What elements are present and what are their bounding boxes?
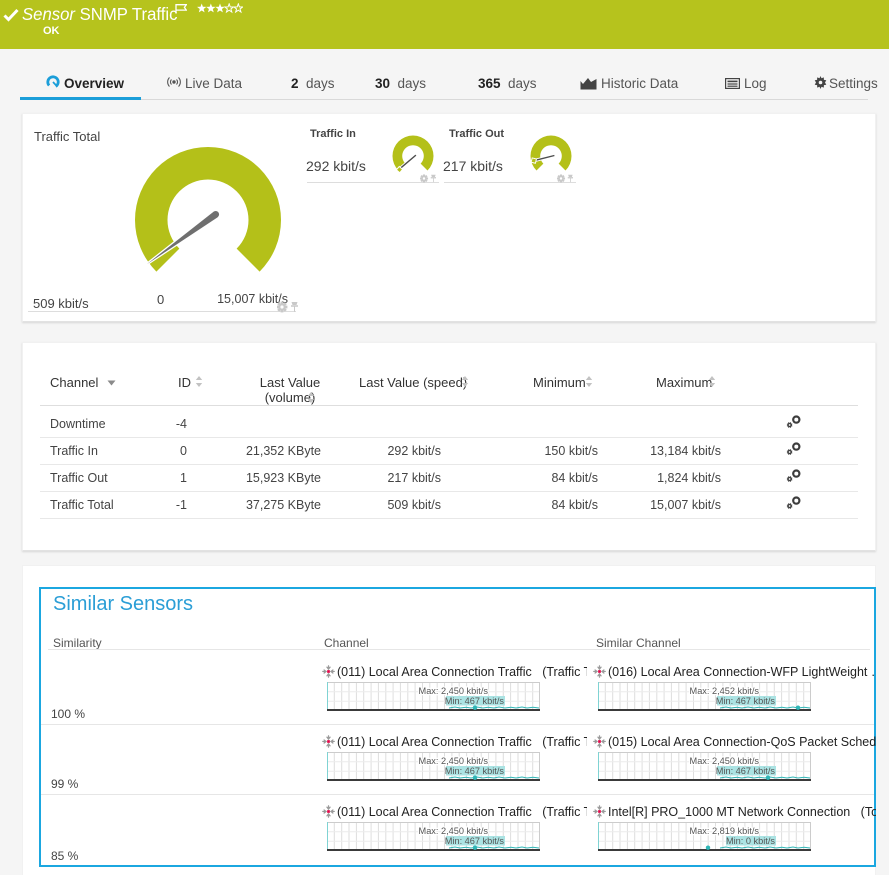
- svg-text:Min: 467 kbit/s: Min: 467 kbit/s: [445, 836, 505, 846]
- svg-text:Max: 2,450 kbit/s: Max: 2,450 kbit/s: [690, 756, 760, 766]
- svg-text:Min: 467 kbit/s: Min: 467 kbit/s: [445, 766, 505, 776]
- svg-text:Max: 2,452 kbit/s: Max: 2,452 kbit/s: [690, 686, 760, 696]
- svg-text:Min: 467 kbit/s: Min: 467 kbit/s: [716, 696, 776, 706]
- svg-text:Max: 2,819 kbit/s: Max: 2,819 kbit/s: [690, 826, 760, 836]
- svg-text:Max: 2,450 kbit/s: Max: 2,450 kbit/s: [419, 686, 489, 696]
- svg-text:Min: 0 kbit/s: Min: 0 kbit/s: [726, 836, 775, 846]
- svg-text:Max: 2,450 kbit/s: Max: 2,450 kbit/s: [419, 756, 489, 766]
- svg-text:Min: 467 kbit/s: Min: 467 kbit/s: [716, 766, 776, 776]
- svg-text:Max: 2,450 kbit/s: Max: 2,450 kbit/s: [419, 826, 489, 836]
- svg-text:Min: 467 kbit/s: Min: 467 kbit/s: [445, 696, 505, 706]
